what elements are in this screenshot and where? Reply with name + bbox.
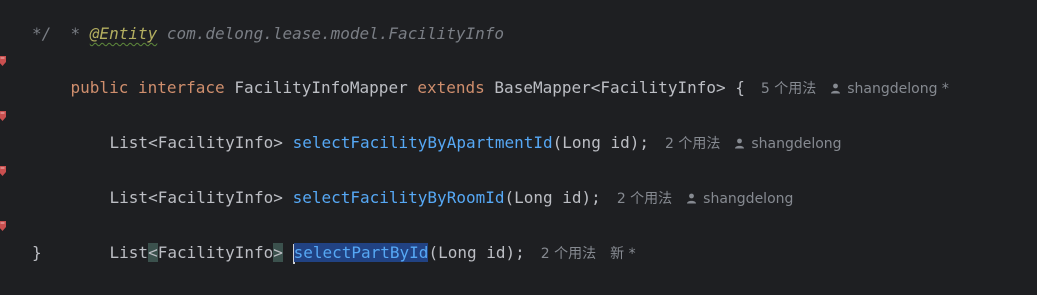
code-line-method-apartment[interactable]: List<FacilityInfo> selectFacilityByApart… <box>0 102 1037 152</box>
user-icon <box>831 83 841 94</box>
usages-hint[interactable]: 2 个用法 shangdelong <box>665 136 842 152</box>
author-name[interactable]: shangdelong <box>703 191 793 207</box>
author-hint[interactable]: shangdelong <box>734 136 842 152</box>
method-name[interactable]: selectFacilityByApartmentId <box>293 133 553 152</box>
author-hint[interactable]: shangdelong * <box>830 81 949 97</box>
code-line-entity-comment: * @Entity com.delong.lease.model.Facilit… <box>0 0 1037 43</box>
keyword-extends: extends <box>417 78 485 97</box>
keyword-public: public <box>70 78 129 97</box>
author-hint[interactable]: shangdelong <box>686 191 793 207</box>
code-line-closing: } <box>0 239 1037 266</box>
mapper-navigation-icon[interactable] <box>0 110 7 122</box>
method-name[interactable]: selectFacilityByRoomId <box>293 188 505 207</box>
usages-count[interactable]: 2 个用法 <box>665 136 720 152</box>
interface-name[interactable]: FacilityInfoMapper <box>234 78 407 97</box>
code-line-interface[interactable]: public interface FacilityInfoMapper exte… <box>0 47 1037 97</box>
author-name[interactable]: shangdelong * <box>847 81 949 97</box>
usages-count[interactable]: 5 个用法 <box>761 81 816 97</box>
method-params: (Long id); <box>552 133 649 152</box>
comment-end: */ <box>32 24 52 43</box>
code-line-method-room[interactable]: List<FacilityInfo> selectFacilityByRoomI… <box>0 157 1037 207</box>
return-type[interactable]: List<FacilityInfo> <box>110 133 283 152</box>
return-type[interactable]: List<FacilityInfo> <box>110 188 283 207</box>
code-line-method-part[interactable]: List<FacilityInfo> selectPartById(Long i… <box>0 212 1037 264</box>
code-line-comment-end: */ <box>0 20 1037 47</box>
usages-hint[interactable]: 5 个用法 shangdelong * <box>761 81 949 97</box>
mapper-navigation-icon[interactable] <box>0 220 7 232</box>
mapper-navigation-icon[interactable] <box>0 165 7 177</box>
base-type[interactable]: BaseMapper<FacilityInfo> { <box>494 78 744 97</box>
closing-brace: } <box>32 243 42 262</box>
author-name[interactable]: shangdelong <box>751 136 841 152</box>
usages-count[interactable]: 2 个用法 <box>617 191 672 207</box>
method-params: (Long id); <box>504 188 601 207</box>
mapper-navigation-icon[interactable] <box>0 55 7 67</box>
keyword-interface: interface <box>137 78 225 97</box>
usages-hint[interactable]: 2 个用法 shangdelong <box>617 191 794 207</box>
user-icon <box>687 193 697 204</box>
user-icon <box>735 138 745 149</box>
